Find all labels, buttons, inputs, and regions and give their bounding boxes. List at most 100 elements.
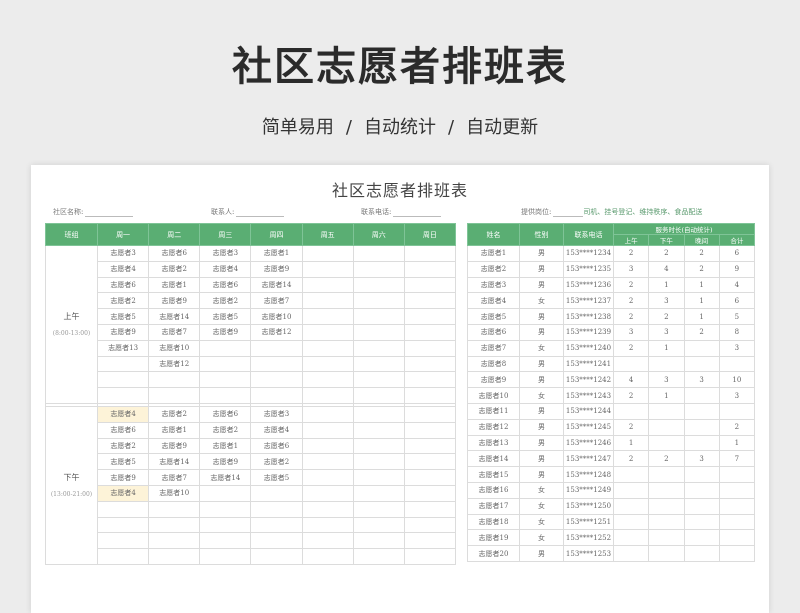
- name-cell[interactable]: 志愿者10: [467, 387, 520, 404]
- schedule-cell[interactable]: 志愿者2: [148, 260, 201, 278]
- evening-cell[interactable]: [683, 513, 720, 531]
- phone-cell[interactable]: 153****1237: [563, 292, 614, 310]
- post-field[interactable]: 提供岗位: 司机、挂号登记、维持秩序、食品配送: [521, 207, 702, 217]
- total-cell[interactable]: [718, 513, 756, 531]
- morning-cell[interactable]: 2: [612, 308, 650, 325]
- schedule-cell[interactable]: [403, 532, 457, 550]
- schedule-cell[interactable]: [403, 260, 457, 278]
- gender-cell[interactable]: 女: [519, 292, 564, 310]
- name-cell[interactable]: 志愿者8: [467, 355, 520, 373]
- schedule-cell[interactable]: [403, 245, 457, 262]
- name-cell[interactable]: 志愿者16: [467, 481, 520, 499]
- schedule-cell[interactable]: [250, 484, 303, 502]
- phone-cell[interactable]: 153****1236: [563, 276, 614, 294]
- schedule-cell[interactable]: 志愿者14: [148, 308, 201, 325]
- schedule-cell[interactable]: [96, 548, 150, 565]
- schedule-cell[interactable]: [403, 484, 457, 502]
- gender-cell[interactable]: 男: [519, 355, 564, 373]
- schedule-cell[interactable]: [199, 387, 252, 404]
- gender-cell[interactable]: 女: [519, 497, 564, 515]
- name-cell[interactable]: 志愿者5: [467, 308, 520, 325]
- gender-cell[interactable]: 男: [519, 371, 564, 389]
- phone-cell[interactable]: 153****1244: [563, 402, 614, 420]
- morning-cell[interactable]: 2: [612, 245, 650, 262]
- schedule-cell[interactable]: [148, 500, 201, 518]
- schedule-cell[interactable]: [148, 516, 201, 534]
- schedule-cell[interactable]: 志愿者9: [96, 323, 150, 341]
- schedule-cell[interactable]: [301, 548, 354, 565]
- morning-cell[interactable]: [612, 529, 650, 547]
- gender-cell[interactable]: 男: [519, 418, 564, 436]
- schedule-cell[interactable]: [148, 548, 201, 565]
- evening-cell[interactable]: [683, 434, 720, 452]
- total-cell[interactable]: 10: [718, 371, 756, 389]
- schedule-cell[interactable]: [403, 405, 457, 423]
- schedule-cell[interactable]: [352, 405, 405, 423]
- schedule-cell[interactable]: [403, 308, 457, 325]
- morning-cell[interactable]: 2: [612, 387, 650, 404]
- schedule-cell[interactable]: [250, 355, 303, 373]
- contact-field[interactable]: 联系人:: [211, 207, 285, 217]
- schedule-cell[interactable]: [301, 437, 354, 455]
- schedule-cell[interactable]: 志愿者4: [96, 484, 150, 502]
- gender-cell[interactable]: 男: [519, 450, 564, 468]
- phone-cell[interactable]: 153****1250: [563, 497, 614, 515]
- schedule-cell[interactable]: [352, 437, 405, 455]
- gender-cell[interactable]: 女: [519, 481, 564, 499]
- gender-cell[interactable]: 男: [519, 245, 564, 262]
- morning-cell[interactable]: [612, 466, 650, 483]
- schedule-cell[interactable]: [352, 532, 405, 550]
- contact-input[interactable]: [236, 209, 285, 217]
- schedule-cell[interactable]: [301, 453, 354, 471]
- name-cell[interactable]: 志愿者3: [467, 276, 520, 294]
- schedule-cell[interactable]: [199, 532, 252, 550]
- total-cell[interactable]: 9: [718, 260, 756, 278]
- evening-cell[interactable]: [683, 497, 720, 515]
- total-cell[interactable]: [718, 355, 756, 373]
- morning-cell[interactable]: [612, 355, 650, 373]
- name-cell[interactable]: 志愿者18: [467, 513, 520, 531]
- total-cell[interactable]: 2: [718, 418, 756, 436]
- schedule-cell[interactable]: [250, 516, 303, 534]
- schedule-cell[interactable]: [352, 516, 405, 534]
- name-cell[interactable]: 志愿者12: [467, 418, 520, 436]
- schedule-cell[interactable]: [403, 548, 457, 565]
- gender-cell[interactable]: 男: [519, 323, 564, 341]
- schedule-cell[interactable]: [96, 500, 150, 518]
- phone-cell[interactable]: 153****1252: [563, 529, 614, 547]
- evening-cell[interactable]: [683, 355, 720, 373]
- phone-cell[interactable]: 153****1247: [563, 450, 614, 468]
- schedule-cell[interactable]: [148, 387, 201, 404]
- name-cell[interactable]: 志愿者17: [467, 497, 520, 515]
- schedule-cell[interactable]: [352, 548, 405, 565]
- schedule-cell[interactable]: 志愿者12: [250, 323, 303, 341]
- afternoon-cell[interactable]: [648, 466, 685, 483]
- schedule-cell[interactable]: [352, 245, 405, 262]
- schedule-cell[interactable]: 志愿者6: [199, 276, 252, 294]
- schedule-cell[interactable]: [403, 323, 457, 341]
- schedule-cell[interactable]: [199, 339, 252, 357]
- schedule-cell[interactable]: 志愿者3: [250, 405, 303, 423]
- evening-cell[interactable]: 2: [683, 323, 720, 341]
- schedule-cell[interactable]: [301, 532, 354, 550]
- schedule-cell[interactable]: [352, 453, 405, 471]
- evening-cell[interactable]: 3: [683, 450, 720, 468]
- schedule-cell[interactable]: [352, 500, 405, 518]
- afternoon-cell[interactable]: 3: [648, 323, 685, 341]
- schedule-cell[interactable]: [301, 339, 354, 357]
- morning-cell[interactable]: [612, 402, 650, 420]
- schedule-cell[interactable]: [352, 469, 405, 486]
- evening-cell[interactable]: [683, 481, 720, 499]
- name-cell[interactable]: 志愿者1: [467, 245, 520, 262]
- schedule-cell[interactable]: [148, 371, 201, 389]
- schedule-cell[interactable]: [96, 355, 150, 373]
- schedule-cell[interactable]: [403, 437, 457, 455]
- morning-cell[interactable]: 4: [612, 371, 650, 389]
- schedule-cell[interactable]: 志愿者2: [96, 292, 150, 310]
- evening-cell[interactable]: [683, 387, 720, 404]
- phone-cell[interactable]: 153****1246: [563, 434, 614, 452]
- schedule-cell[interactable]: 志愿者6: [96, 421, 150, 439]
- schedule-cell[interactable]: [301, 323, 354, 341]
- phone-cell[interactable]: 153****1245: [563, 418, 614, 436]
- evening-cell[interactable]: 2: [683, 245, 720, 262]
